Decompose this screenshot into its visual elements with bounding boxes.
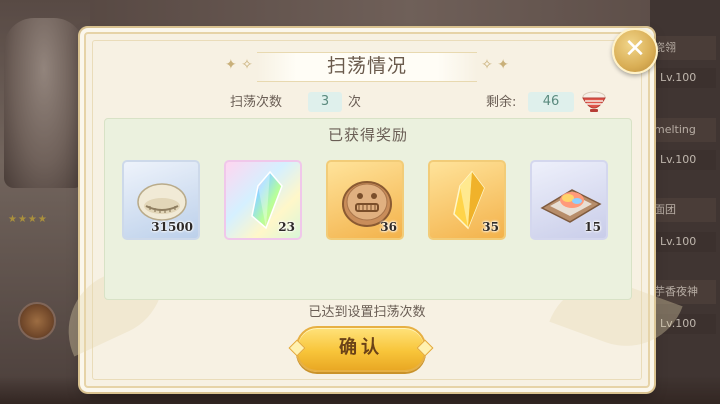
sweep-count-value: 3 bbox=[308, 92, 342, 112]
remaining-value: 46 bbox=[528, 92, 574, 112]
rice-bowl-icon bbox=[582, 91, 606, 112]
close-icon: ✕ bbox=[624, 34, 646, 64]
sweep-count-unit: 次 bbox=[348, 95, 362, 110]
rewards-panel: 已获得奖励 31500 23 36 35 15 bbox=[104, 118, 632, 300]
reward-item-shell[interactable]: 31500 bbox=[122, 160, 200, 240]
reward-quantity: 36 bbox=[380, 220, 397, 234]
reward-item-bronze-coin[interactable]: 36 bbox=[326, 160, 404, 240]
rewards-title: 已获得奖励 bbox=[327, 126, 408, 144]
reward-quantity: 35 bbox=[482, 220, 499, 234]
sweep-status-text: 已达到设置扫荡次数 bbox=[308, 305, 426, 320]
dialog-title-banner: ✦ ✧ ✧ ✦ 扫荡情况 bbox=[217, 50, 517, 82]
close-button[interactable]: ✕ bbox=[612, 28, 658, 74]
reward-quantity: 15 bbox=[584, 220, 601, 234]
dialog-title: 扫荡情况 bbox=[326, 55, 407, 77]
remaining-label: 剩余: bbox=[486, 95, 517, 110]
reward-quantity: 31500 bbox=[151, 220, 193, 234]
sweep-count-label: 扫荡次数 bbox=[230, 95, 283, 110]
confirm-button[interactable]: 确认 bbox=[296, 326, 426, 372]
game-scene: ★★★★ 瓷翎 Lv.100 melting Lv.100 面团 Lv.100 … bbox=[0, 0, 720, 404]
reward-quantity: 23 bbox=[278, 220, 295, 234]
sweep-result-dialog: ✦ ✧ ✧ ✦ 扫荡情况 扫荡次数 3 次 剩余: 46 已获得奖励 31500… bbox=[48, 32, 683, 388]
reward-item-shaved-ice[interactable]: 15 bbox=[530, 160, 608, 240]
reward-item-rainbow-crystal[interactable]: 23 bbox=[224, 160, 302, 240]
reward-item-gold-crystal[interactable]: 35 bbox=[428, 160, 506, 240]
